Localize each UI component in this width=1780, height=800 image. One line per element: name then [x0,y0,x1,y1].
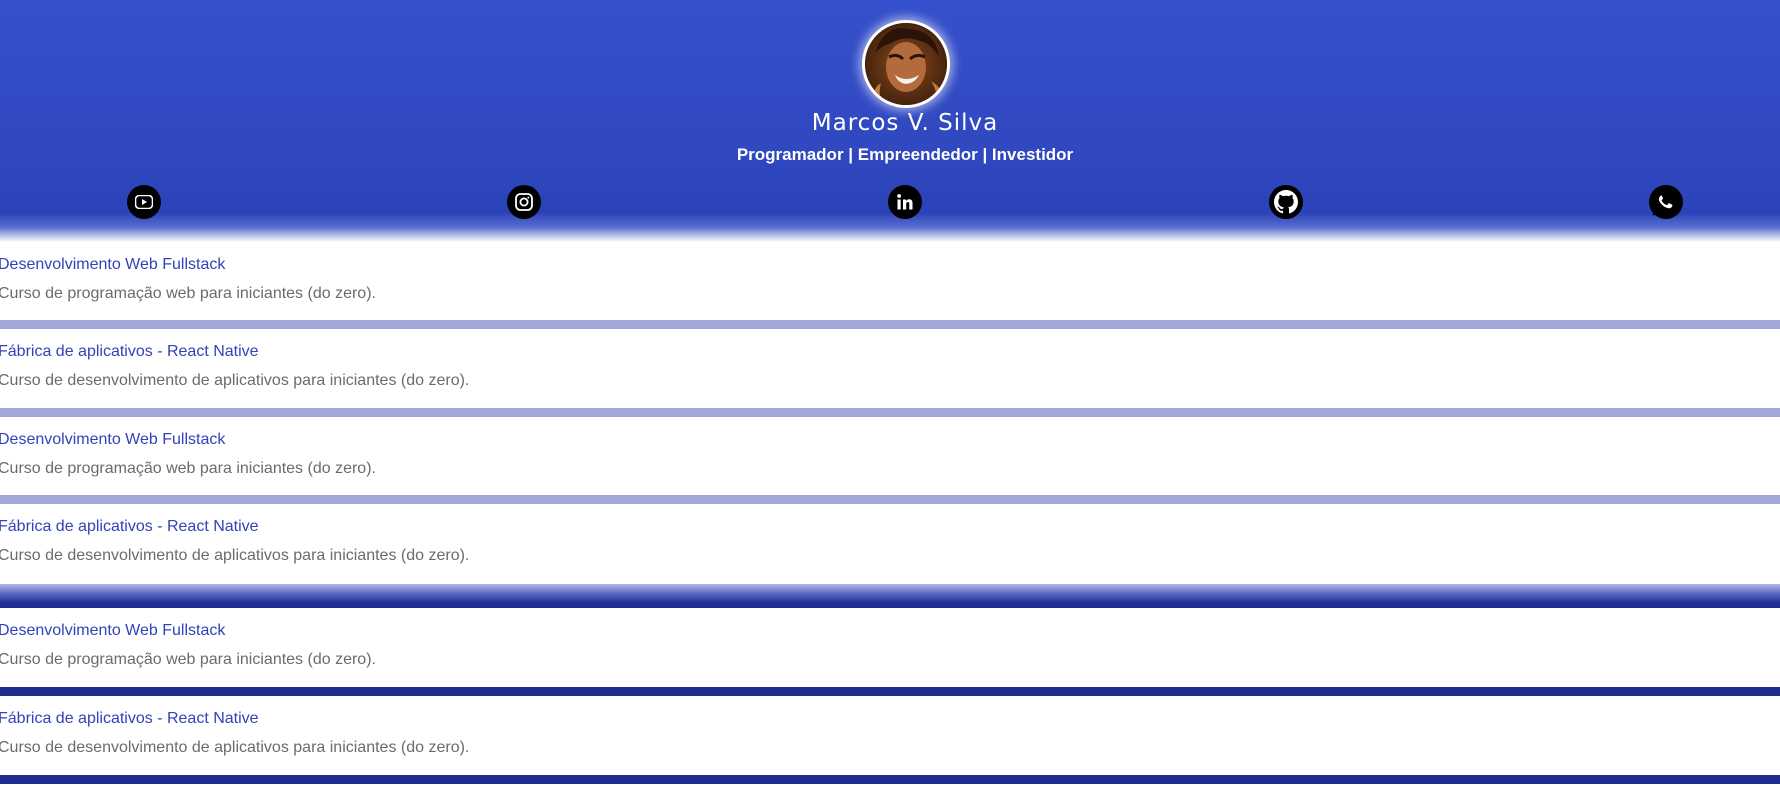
course-title-link[interactable]: Fábrica de aplicativos - React Native [0,518,259,536]
youtube-link[interactable] [127,185,161,219]
profile-tagline: Programador | Empreendedor | Investidor [736,145,1074,164]
profile-name: Marcos V. Silva [811,110,999,136]
course-card[interactable]: Desenvolvimento Web Fullstack Curso de p… [0,608,1780,686]
course-title-link[interactable]: Desenvolvimento Web Fullstack [0,431,225,449]
course-separator [0,775,1780,784]
course-card[interactable]: Fábrica de aplicativos - React Native Cu… [0,504,1780,582]
github-link[interactable] [1269,185,1303,219]
course-description: Curso de desenvolvimento de aplicativos … [0,739,470,756]
course-card[interactable]: Desenvolvimento Web Fullstack Curso de p… [0,417,1780,495]
course-description: Curso de programação web para iniciantes… [0,285,376,302]
course-separator [0,408,1780,417]
course-description: Curso de programação web para iniciantes… [0,651,376,668]
course-description: Curso de programação web para iniciantes… [0,460,376,477]
course-separator [0,320,1780,329]
course-description: Curso de desenvolvimento de aplicativos … [0,372,470,389]
profile-header: Marcos V. Silva Programador | Empreended… [0,0,1780,242]
course-title-link[interactable]: Desenvolvimento Web Fullstack [0,622,225,640]
course-card[interactable]: Fábrica de aplicativos - React Native Cu… [0,329,1780,407]
linkedin-link[interactable] [888,185,922,219]
course-separator [0,495,1780,504]
instagram-icon [515,193,533,211]
course-title-link[interactable]: Desenvolvimento Web Fullstack [0,256,225,274]
section-divider [0,584,1780,608]
course-card[interactable]: Fábrica de aplicativos - React Native Cu… [0,696,1780,774]
whatsapp-icon [1649,185,1683,219]
youtube-icon [135,195,153,209]
course-card[interactable]: Desenvolvimento Web Fullstack Curso de p… [0,242,1780,320]
whatsapp-link[interactable] [1649,185,1683,219]
course-title-link[interactable]: Fábrica de aplicativos - React Native [0,343,259,361]
course-title-link[interactable]: Fábrica de aplicativos - React Native [0,710,259,728]
instagram-link[interactable] [507,185,541,219]
course-description: Curso de desenvolvimento de aplicativos … [0,547,470,564]
github-icon [1269,185,1303,219]
linkedin-icon [896,193,914,211]
course-separator [0,687,1780,696]
avatar [862,20,950,108]
